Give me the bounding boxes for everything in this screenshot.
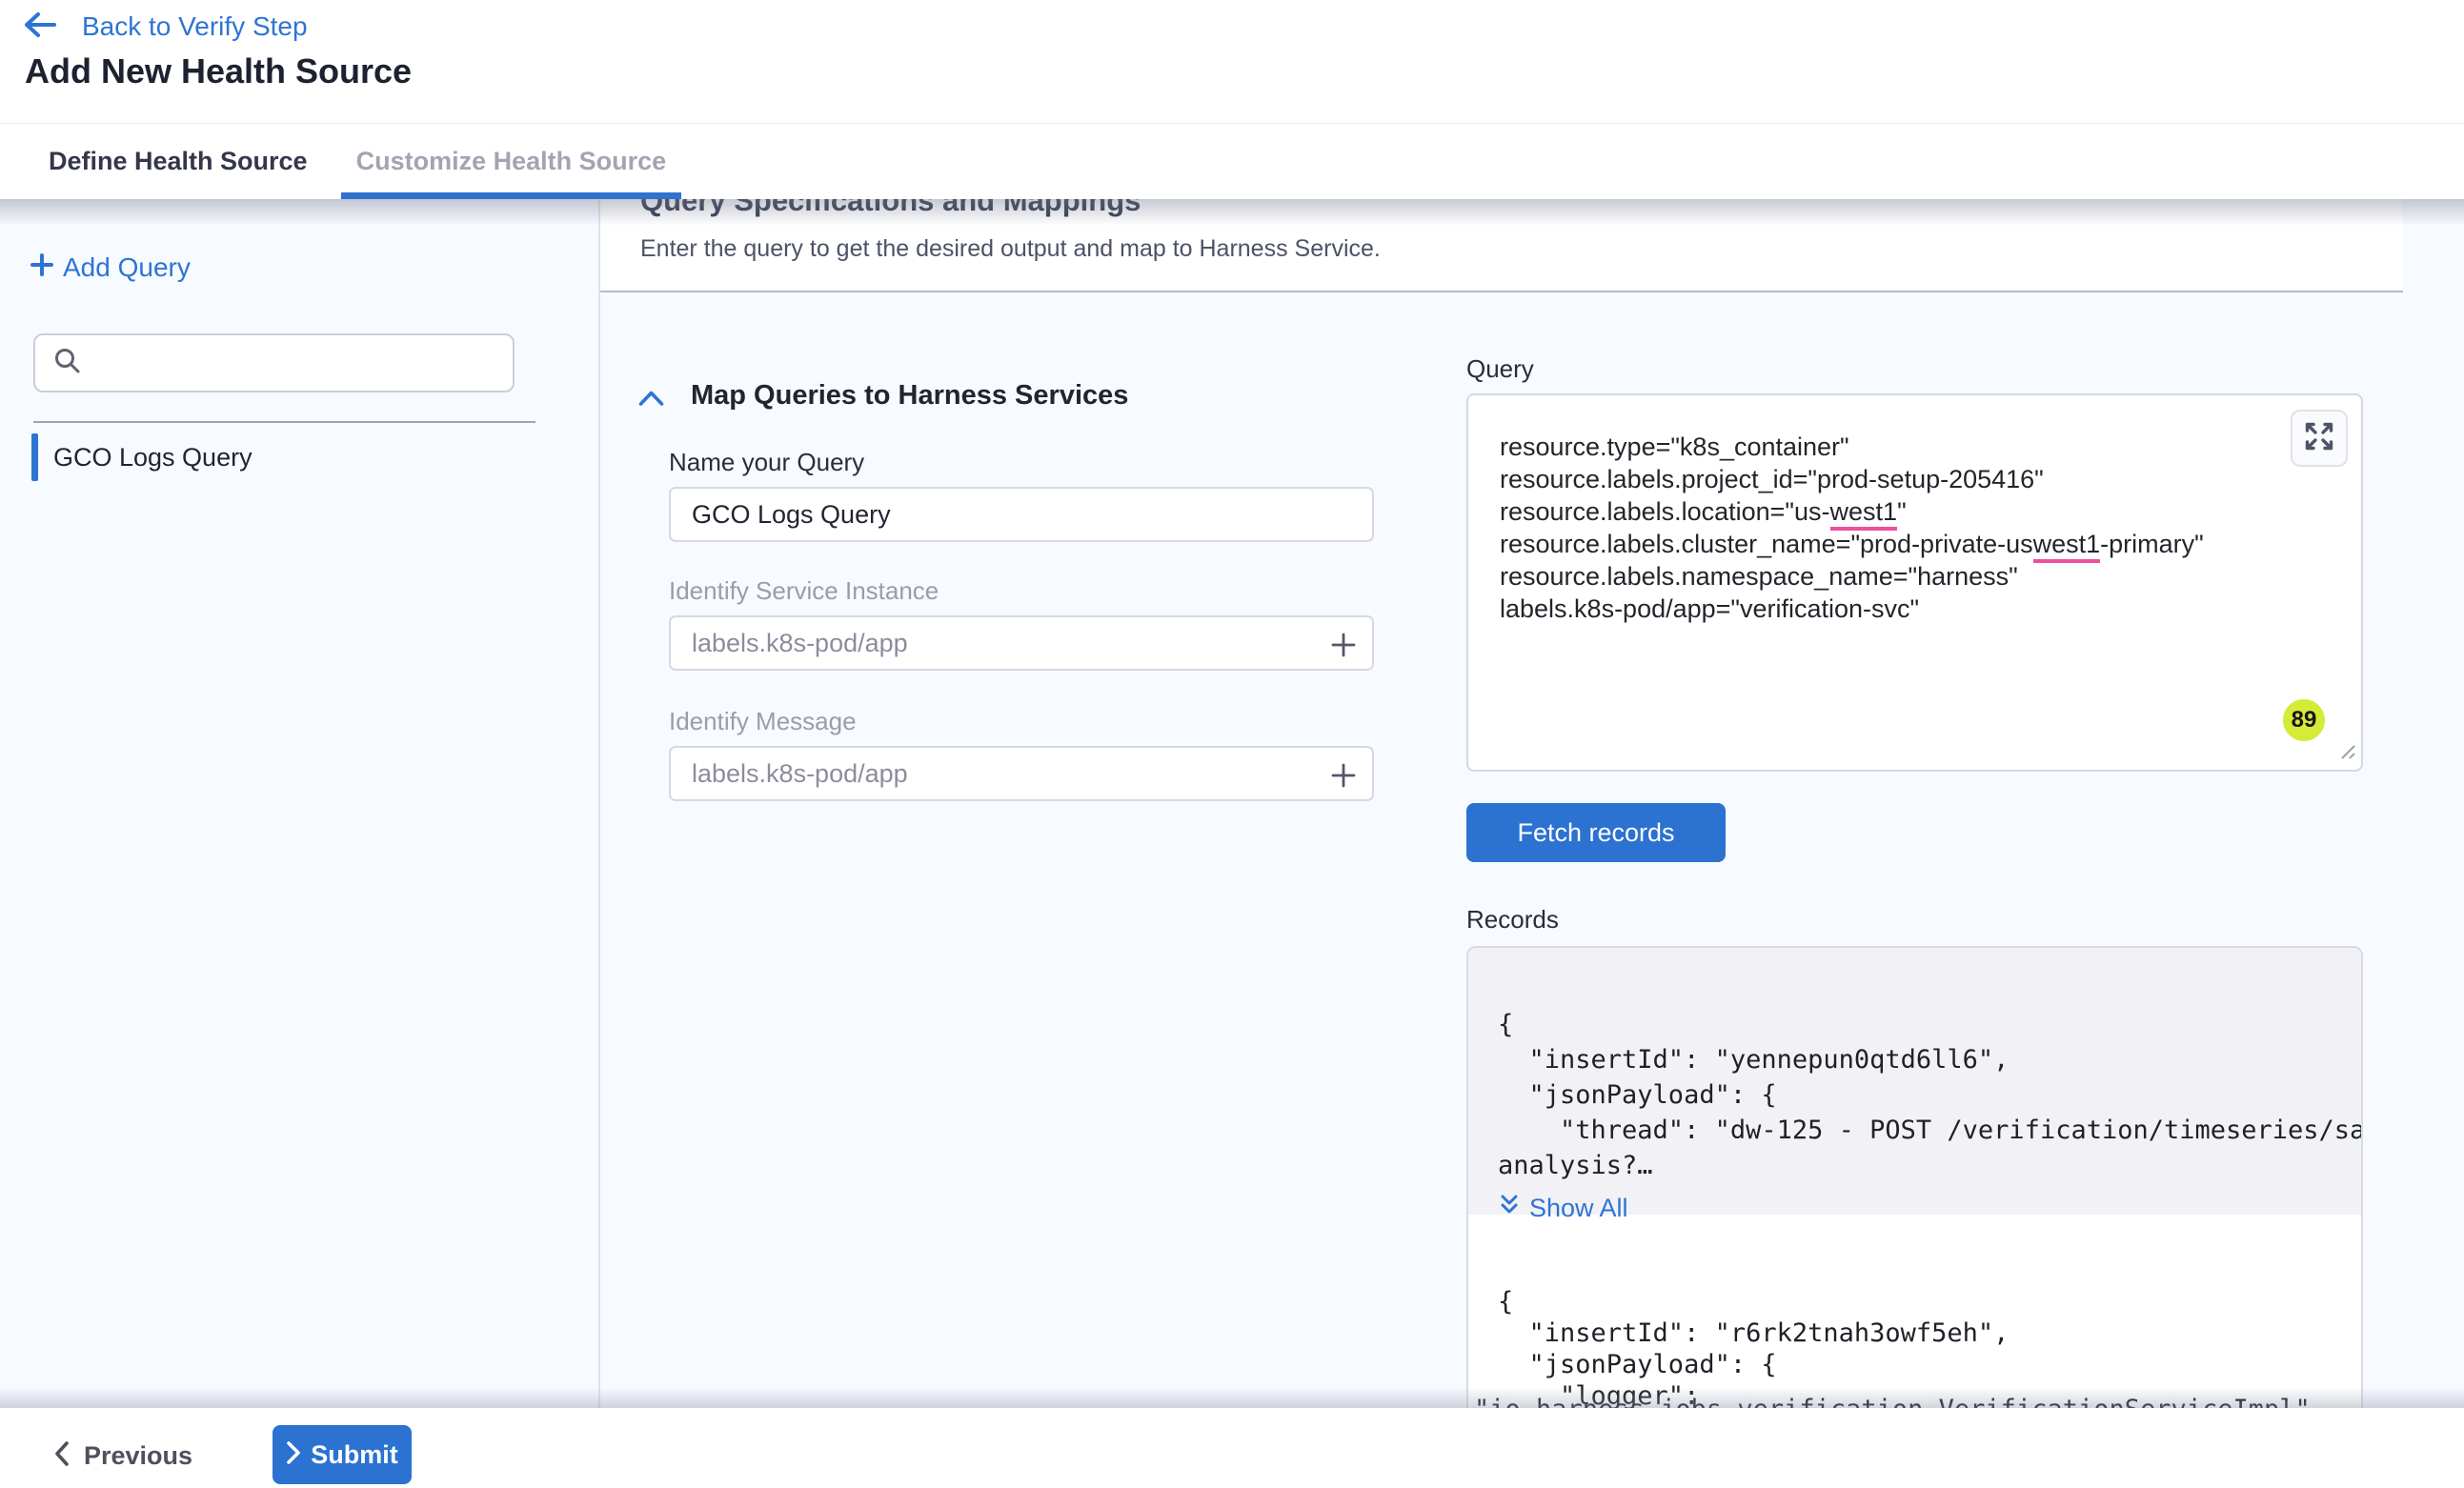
- add-query-button[interactable]: Add Query: [29, 251, 191, 283]
- chevron-left-icon: [53, 1440, 71, 1472]
- expand-query-button[interactable]: [2291, 410, 2348, 467]
- back-to-verify-step-link[interactable]: Back to Verify Step: [23, 8, 308, 46]
- identify-message-label: Identify Message: [669, 707, 857, 736]
- selected-indicator: [31, 433, 38, 481]
- identify-service-instance-field: [669, 615, 1374, 671]
- previous-button[interactable]: Previous: [53, 1431, 192, 1480]
- query-search-input[interactable]: [94, 349, 495, 378]
- previous-label: Previous: [84, 1441, 192, 1471]
- show-all-link[interactable]: Show All: [1498, 1193, 2361, 1224]
- identify-message-field: [669, 746, 1374, 801]
- back-arrow-icon: [23, 11, 57, 43]
- records-panel: { "insertId": "yennepun0qtd6ll6", "jsonP…: [1466, 946, 2363, 1408]
- record-2-json: { "insertId": "r6rk2tnah3owf5eh", "jsonP…: [1498, 1286, 2361, 1408]
- fullscreen-icon: [2303, 420, 2335, 457]
- query-item-label: GCO Logs Query: [53, 443, 252, 473]
- footer-bar: Previous Submit: [0, 1408, 2464, 1488]
- resize-handle[interactable]: [2338, 742, 2357, 766]
- health-source-tabbar: Define Health Source Customize Health So…: [0, 124, 2464, 199]
- section-header: Query Specifications and Mappings Enter …: [600, 199, 2403, 292]
- identify-service-instance-input[interactable]: [671, 629, 1300, 658]
- page-title: Add New Health Source: [25, 51, 412, 91]
- record-2-clipped-line: "io.harness.jobs.verification.Verificati…: [1468, 1395, 2361, 1408]
- back-link-label: Back to Verify Step: [82, 11, 308, 42]
- content-area: Add Query GCO Logs Query Query Spe: [0, 199, 2464, 1408]
- chevron-right-icon: [286, 1440, 301, 1470]
- record-1-json: { "insertId": "yennepun0qtd6ll6", "jsonP…: [1498, 1007, 2361, 1183]
- tab-define-health-source[interactable]: Define Health Source: [33, 124, 323, 199]
- query-label: Query: [1466, 354, 1534, 384]
- service-instance-add-button[interactable]: [1328, 630, 1359, 660]
- query-textarea[interactable]: resource.type="k8s_container"resource.la…: [1466, 393, 2363, 772]
- add-health-source-page: Back to Verify Step Add New Health Sourc…: [0, 0, 2464, 1488]
- map-queries-title: Map Queries to Harness Services: [691, 380, 1128, 412]
- name-query-field: [669, 487, 1374, 542]
- page-header: Back to Verify Step Add New Health Sourc…: [0, 0, 2464, 124]
- query-sidebar: Add Query GCO Logs Query: [0, 199, 598, 1408]
- name-query-input[interactable]: [671, 500, 1300, 530]
- query-text: resource.type="k8s_container"resource.la…: [1468, 395, 2361, 625]
- submit-label: Submit: [311, 1440, 398, 1470]
- identify-service-instance-label: Identify Service Instance: [669, 576, 939, 606]
- identify-message-input[interactable]: [671, 759, 1300, 789]
- double-chevron-down-icon: [1498, 1193, 1521, 1224]
- record-item-1: { "insertId": "yennepun0qtd6ll6", "jsonP…: [1468, 948, 2361, 1215]
- fetch-records-button[interactable]: Fetch records: [1466, 803, 1726, 862]
- sidebar-item-gco-logs-query[interactable]: GCO Logs Query: [31, 432, 252, 482]
- section-heading: Query Specifications and Mappings: [640, 199, 1141, 218]
- records-label: Records: [1466, 905, 1559, 935]
- submit-button[interactable]: Submit: [273, 1425, 412, 1484]
- show-all-label: Show All: [1529, 1194, 1628, 1223]
- main-panel: Query Specifications and Mappings Enter …: [598, 199, 2464, 1408]
- tab-customize-health-source[interactable]: Customize Health Source: [341, 124, 682, 199]
- plus-icon: [29, 251, 55, 283]
- add-query-label: Add Query: [63, 252, 191, 283]
- collapse-chevron-icon[interactable]: [638, 390, 664, 412]
- sidebar-divider: [33, 421, 535, 423]
- record-item-2: { "insertId": "r6rk2tnah3owf5eh", "jsonP…: [1468, 1286, 2361, 1408]
- search-icon: [52, 346, 83, 381]
- name-query-label: Name your Query: [669, 448, 864, 477]
- query-search-box: [33, 333, 515, 392]
- message-add-button[interactable]: [1328, 760, 1359, 791]
- section-subheading: Enter the query to get the desired outpu…: [640, 235, 1381, 263]
- char-count-badge: 89: [2283, 699, 2325, 741]
